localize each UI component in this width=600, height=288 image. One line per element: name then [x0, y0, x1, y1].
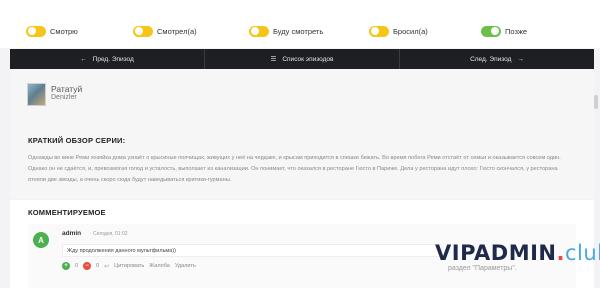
comments-heading: КОММЕНТИРУЕМОЕ [28, 208, 106, 217]
episode-nav-bar: ← Пред. Эпизод ☰ Список эпизодов След. Э… [10, 49, 594, 69]
thumbs-up-icon[interactable]: + [62, 262, 70, 270]
toggle-switch[interactable] [369, 25, 389, 37]
watermark-tld: club [564, 241, 600, 265]
episode-list-label: Список эпизодов [282, 55, 334, 63]
delete-button[interactable]: Удалить [175, 263, 196, 269]
quote-button[interactable]: Цитировать [114, 263, 144, 269]
next-episode-button[interactable]: След. Эпизод → [400, 49, 594, 69]
watermark-dot: . [556, 241, 565, 265]
toggle-switch[interactable] [133, 25, 153, 37]
list-icon: ☰ [270, 56, 277, 63]
comment-text: Жду продолжения данного мультфильма)) [62, 244, 442, 257]
arrow-right-icon: → [517, 55, 524, 63]
episode-panel: Рататуй Denizler КРАТКИЙ ОБЗОР СЕРИИ: Од… [10, 69, 594, 199]
next-episode-label: След. Эпизод [470, 55, 512, 63]
status-label: Позже [505, 26, 528, 36]
watermark-main: VIPADMIN [435, 241, 557, 265]
review-heading: КРАТКИЙ ОБЗОР СЕРИИ: [28, 136, 126, 145]
settings-hint: раздел "Параметры". [448, 265, 517, 272]
downvote-count: 0 [96, 263, 100, 269]
status-label: Бросил(а) [393, 26, 428, 36]
toggle-switch[interactable] [481, 25, 501, 37]
episode-title[interactable]: Рататуй [51, 84, 82, 94]
status-label: Буду смотреть [273, 26, 324, 36]
episode-list-button[interactable]: ☰ Список эпизодов [205, 49, 400, 69]
comment-author[interactable]: admin [62, 230, 81, 237]
site-watermark: VIPADMIN.club [435, 241, 600, 265]
prev-episode-button[interactable]: ← Пред. Эпизод [10, 49, 205, 69]
status-dropped[interactable]: Бросил(а) [369, 24, 428, 38]
scroll-indicator[interactable] [594, 95, 598, 109]
avatar[interactable]: A [33, 232, 49, 248]
status-will-watch[interactable]: Буду смотреть [249, 24, 323, 38]
reply-icon[interactable]: ↩ [104, 263, 109, 270]
prev-episode-label: Пред. Эпизод [92, 55, 134, 63]
status-label: Смотрю [50, 26, 78, 36]
status-watching[interactable]: Смотрю [26, 24, 78, 38]
status-later[interactable]: Позже [481, 24, 527, 38]
episode-poster[interactable] [27, 83, 46, 106]
watch-status-bar: Смотрю Смотрел(а) Буду смотреть Бросил(а… [0, 0, 600, 48]
comment-date: · Сегодня, 01:02 [90, 231, 128, 237]
upvote-count: 0 [75, 263, 79, 269]
toggle-switch[interactable] [26, 25, 46, 37]
review-text: Однажды во вине Реми хозяйка дома узнаёт… [28, 155, 561, 183]
status-label: Смотрел(а) [157, 26, 197, 36]
toggle-switch[interactable] [249, 25, 269, 37]
thumbs-down-icon[interactable]: − [83, 262, 92, 270]
comment-actions: + 0 − 0 ↩ Цитировать Жалоба Удалить [62, 262, 196, 270]
arrow-left-icon: ← [80, 55, 87, 63]
status-watched[interactable]: Смотрел(а) [133, 24, 197, 38]
episode-subtitle: Denizler [51, 94, 77, 101]
report-button[interactable]: Жалоба [149, 263, 170, 269]
